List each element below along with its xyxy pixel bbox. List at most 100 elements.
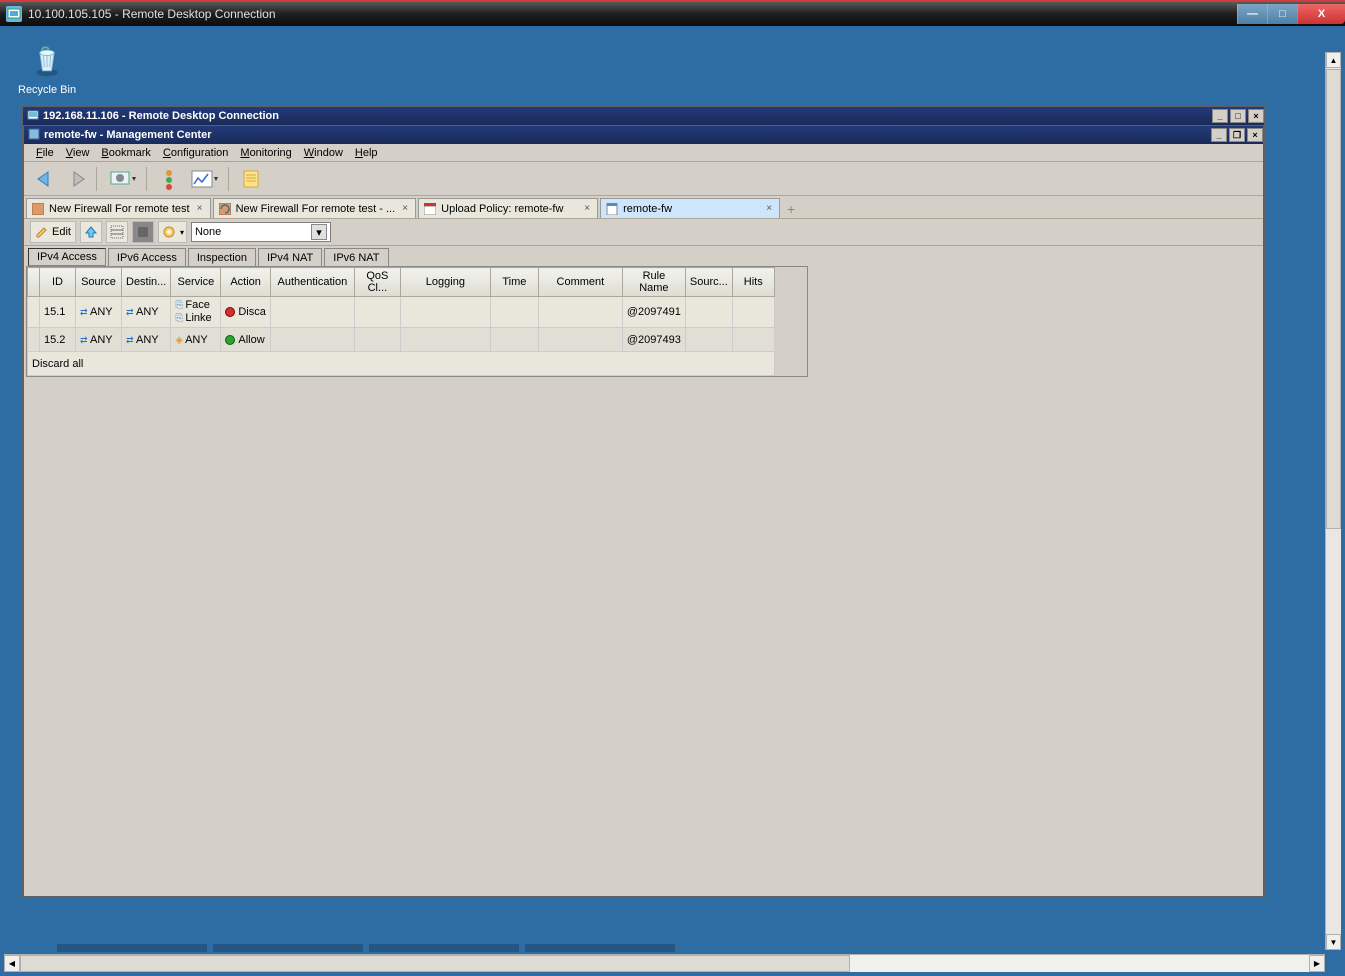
menu-file[interactable]: File	[30, 147, 60, 159]
inner-rdc-window: 192.168.11.106 - Remote Desktop Connecti…	[22, 106, 1265, 898]
horizontal-scrollbar[interactable]: ◀ ▶	[4, 954, 1325, 972]
doc-tab-3-label: remote-fw	[623, 203, 672, 215]
hscroll-thumb[interactable]	[20, 955, 850, 972]
doc-tab-1-label: New Firewall For remote test - ...	[236, 203, 396, 215]
column-header[interactable]: Comment	[538, 268, 622, 297]
column-header[interactable]: Destin...	[122, 268, 171, 297]
menu-help[interactable]: Help	[349, 147, 384, 159]
allow-icon	[225, 335, 235, 345]
chart-button[interactable]	[186, 165, 224, 193]
edit-button[interactable]: Edit	[30, 221, 76, 243]
add-tab-button[interactable]: +	[782, 200, 800, 218]
cell-id: 15.1	[40, 297, 76, 328]
menubar: File View Bookmark Configuration Monitor…	[24, 144, 1263, 162]
mc-window: remote-fw - Management Center _ ❐ × File…	[23, 125, 1264, 897]
inner-minimize-button[interactable]: _	[1212, 109, 1228, 123]
firewall-icon	[31, 202, 45, 216]
firewall-refresh-icon	[218, 202, 232, 216]
status-button[interactable]	[154, 165, 184, 193]
service-icon: ⎘	[175, 300, 183, 311]
table-row[interactable]: 15.1 ⇄ ANY ⇄ ANY ⎘Face⎘Linke Disca	[28, 297, 775, 328]
combo-value: None	[195, 226, 221, 238]
network-icon: ⇄	[126, 335, 134, 345]
mc-title: remote-fw - Management Center	[44, 129, 211, 141]
policy-tab-ipv6-nat[interactable]: IPv6 NAT	[324, 248, 388, 266]
chevron-down-icon: ▾	[311, 224, 327, 240]
settings-dropdown-button[interactable]: ▾	[158, 221, 187, 243]
notes-button[interactable]	[236, 165, 266, 193]
mc-restore-button[interactable]: ❐	[1229, 128, 1245, 142]
stop-button[interactable]	[132, 221, 154, 243]
doc-tab-2[interactable]: Upload Policy: remote-fw ×	[418, 198, 598, 218]
inner-rdc-titlebar[interactable]: 192.168.11.106 - Remote Desktop Connecti…	[23, 107, 1264, 125]
inner-close-button[interactable]: ×	[1248, 109, 1264, 123]
column-header[interactable]: Hits	[732, 268, 774, 297]
doc-tab-2-close[interactable]: ×	[581, 203, 593, 215]
inner-maximize-button[interactable]: □	[1230, 109, 1246, 123]
menu-bookmark[interactable]: Bookmark	[95, 147, 157, 159]
recycle-bin[interactable]: Recycle Bin	[18, 40, 76, 96]
maximize-button[interactable]: □	[1267, 4, 1297, 24]
column-header[interactable]: ID	[40, 268, 76, 297]
policy-tab-inspection[interactable]: Inspection	[188, 248, 256, 266]
column-header[interactable]: Action	[221, 268, 271, 297]
scroll-up-arrow[interactable]: ▲	[1326, 52, 1341, 68]
policy-tab-ipv4-nat[interactable]: IPv4 NAT	[258, 248, 322, 266]
policy-tab-ipv6-access[interactable]: IPv6 Access	[108, 248, 186, 266]
scroll-left-arrow[interactable]: ◀	[4, 955, 20, 972]
discard-all-label: Discard all	[28, 352, 775, 376]
doc-tab-0[interactable]: New Firewall For remote test ×	[26, 198, 211, 218]
menu-window[interactable]: Window	[298, 147, 349, 159]
column-header[interactable]: Sourc...	[685, 268, 732, 297]
column-header[interactable]: Service	[171, 268, 221, 297]
forward-button[interactable]	[62, 165, 92, 193]
column-header[interactable]	[28, 268, 40, 297]
mc-close-button[interactable]: ×	[1247, 128, 1263, 142]
scroll-right-arrow[interactable]: ▶	[1309, 955, 1325, 972]
doc-tab-0-label: New Firewall For remote test	[49, 203, 190, 215]
toolbar	[24, 162, 1263, 196]
column-header[interactable]: Authentication	[270, 268, 354, 297]
scroll-thumb[interactable]	[1326, 69, 1341, 529]
doc-tab-3-close[interactable]: ×	[763, 203, 775, 215]
mc-minimize-button[interactable]: _	[1211, 128, 1227, 142]
close-button[interactable]: X	[1297, 4, 1345, 24]
grid-button[interactable]	[106, 221, 128, 243]
table-row[interactable]: 15.2 ⇄ ANY ⇄ ANY ◈ANY Allow	[28, 328, 775, 352]
service-any-icon: ◈	[175, 335, 183, 346]
doc-tab-2-label: Upload Policy: remote-fw	[441, 203, 563, 215]
menu-monitoring[interactable]: Monitoring	[234, 147, 297, 159]
outer-titlebar: 10.100.105.105 - Remote Desktop Connecti…	[0, 0, 1345, 26]
upload-policy-icon	[423, 202, 437, 216]
scroll-down-arrow[interactable]: ▼	[1326, 934, 1341, 950]
up-button[interactable]	[80, 221, 102, 243]
policy-tab-ipv4-access[interactable]: IPv4 Access	[28, 248, 106, 266]
rdc-small-icon	[27, 109, 39, 124]
doc-tab-1-close[interactable]: ×	[399, 203, 411, 215]
back-button[interactable]	[30, 165, 60, 193]
recycle-bin-label: Recycle Bin	[18, 84, 76, 96]
config-button[interactable]	[104, 165, 142, 193]
discard-icon	[225, 307, 235, 317]
column-header[interactable]: Rule Name	[622, 268, 685, 297]
vertical-scrollbar[interactable]: ▲ ▼	[1325, 52, 1341, 950]
minimize-button[interactable]: —	[1237, 4, 1267, 24]
table-footer-row[interactable]: Discard all	[28, 352, 775, 376]
filter-combo[interactable]: None ▾	[191, 222, 331, 242]
cell-id: 15.2	[40, 328, 76, 352]
taskbar-shadows	[57, 944, 675, 952]
column-header[interactable]: QoS Cl...	[354, 268, 400, 297]
column-header[interactable]: Time	[490, 268, 538, 297]
toolbar-separator	[96, 167, 100, 191]
content-right-pane	[810, 266, 1263, 896]
network-icon: ⇄	[80, 307, 88, 317]
menu-view[interactable]: View	[60, 147, 96, 159]
doc-tab-1[interactable]: New Firewall For remote test - ... ×	[213, 198, 417, 218]
doc-tab-3[interactable]: remote-fw ×	[600, 198, 780, 218]
column-header[interactable]: Source	[76, 268, 122, 297]
sub-toolbar: Edit ▾ None ▾	[24, 218, 1263, 246]
column-header[interactable]: Logging	[400, 268, 490, 297]
menu-configuration[interactable]: Configuration	[157, 147, 234, 159]
doc-tab-0-close[interactable]: ×	[194, 203, 206, 215]
mc-titlebar[interactable]: remote-fw - Management Center _ ❐ ×	[24, 126, 1263, 144]
